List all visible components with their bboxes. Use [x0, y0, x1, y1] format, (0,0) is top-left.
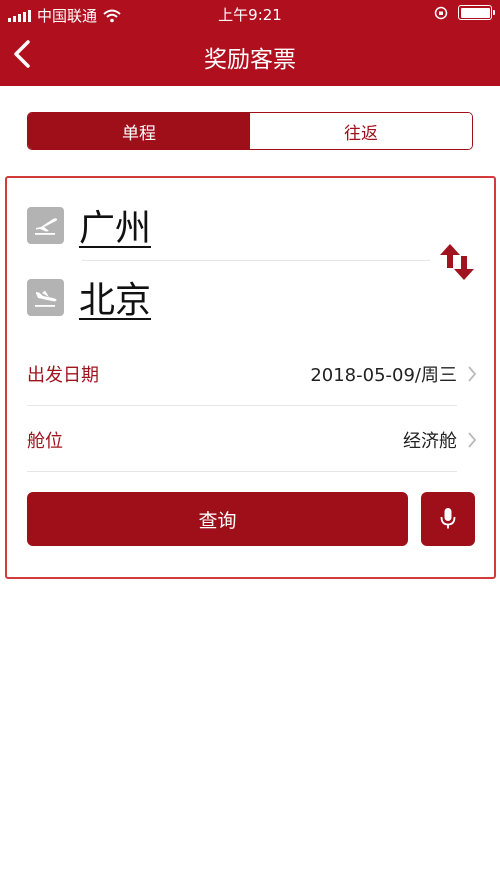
trip-type-switch: 单程 往返	[27, 112, 473, 150]
status-bar: 中国联通 上午9:21	[0, 0, 500, 28]
cabin-value: 经济舱	[403, 431, 457, 452]
divider	[27, 471, 457, 472]
destination-row[interactable]: 北京	[27, 271, 151, 323]
tab-one-way[interactable]: 单程	[28, 113, 250, 149]
status-right	[434, 5, 495, 20]
chevron-right-icon	[468, 366, 477, 382]
tab-round-trip[interactable]: 往返	[250, 113, 472, 149]
microphone-icon	[440, 508, 456, 529]
search-card: 广州 北京 出发日期 2018-05-09/周三 舱位 经济舱 查询	[5, 176, 496, 579]
divider	[27, 405, 457, 406]
departure-date-row[interactable]: 出发日期 2018-05-09/周三	[27, 352, 477, 396]
status-time: 上午9:21	[218, 6, 282, 24]
plane-landing-icon	[27, 278, 64, 316]
orientation-lock-icon	[434, 6, 448, 19]
departure-date-value: 2018-05-09/周三	[310, 365, 457, 386]
departure-date-label: 出发日期	[27, 365, 99, 386]
origin-row[interactable]: 广州	[27, 199, 151, 251]
voice-search-button[interactable]	[421, 492, 475, 546]
origin-city[interactable]: 广州	[79, 199, 151, 251]
cabin-row[interactable]: 舱位 经济舱	[27, 418, 477, 462]
top-bar: 中国联通 上午9:21 奖励客票	[0, 0, 500, 86]
battery-icon	[458, 5, 495, 20]
plane-takeoff-icon	[27, 206, 64, 244]
destination-city[interactable]: 北京	[79, 271, 151, 323]
cabin-label: 舱位	[27, 431, 63, 452]
search-button[interactable]: 查询	[27, 492, 408, 546]
divider	[82, 260, 430, 261]
chevron-right-icon	[468, 432, 477, 448]
page-title: 奖励客票	[204, 47, 296, 73]
swap-arrows-icon[interactable]	[437, 240, 477, 284]
